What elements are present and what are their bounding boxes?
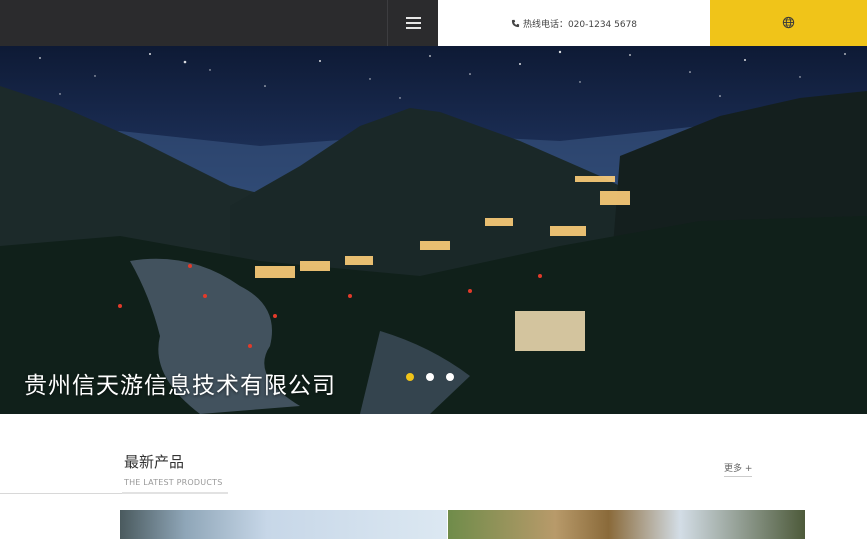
- globe-icon: [782, 14, 795, 33]
- hotline-text: 热线电话：020-1234 5678: [522, 19, 638, 30]
- banner-title: 贵州信天游信息技术有限公司: [24, 373, 336, 399]
- hamburger-menu-icon-line: [406, 22, 421, 24]
- product-thumbnail[interactable]: [120, 510, 447, 539]
- menu-button[interactable]: [387, 0, 438, 46]
- slider-dot-1[interactable]: [406, 373, 414, 381]
- slider-dot-3[interactable]: [446, 373, 454, 381]
- hamburger-menu-icon-line: [406, 27, 421, 29]
- hamburger-menu-icon: [406, 17, 421, 19]
- site-header: 热线电话：020-1234 5678: [0, 0, 867, 46]
- slider-pagination: [406, 373, 454, 381]
- product-thumbnail[interactable]: [448, 510, 805, 539]
- hotline-box: 热线电话：020-1234 5678: [438, 0, 710, 46]
- section-subtitle: THE LATEST PRODUCTS: [124, 478, 223, 487]
- hero-banner[interactable]: 贵州信天游信息技术有限公司: [0, 46, 867, 414]
- phone-icon: [511, 19, 520, 28]
- language-button[interactable]: [710, 0, 867, 46]
- section-divider-accent: [122, 492, 228, 494]
- section-title: 最新产品: [124, 453, 185, 471]
- banner-image: [0, 50, 867, 414]
- more-link[interactable]: 更多 +: [724, 461, 753, 477]
- slider-dot-2[interactable]: [426, 373, 434, 381]
